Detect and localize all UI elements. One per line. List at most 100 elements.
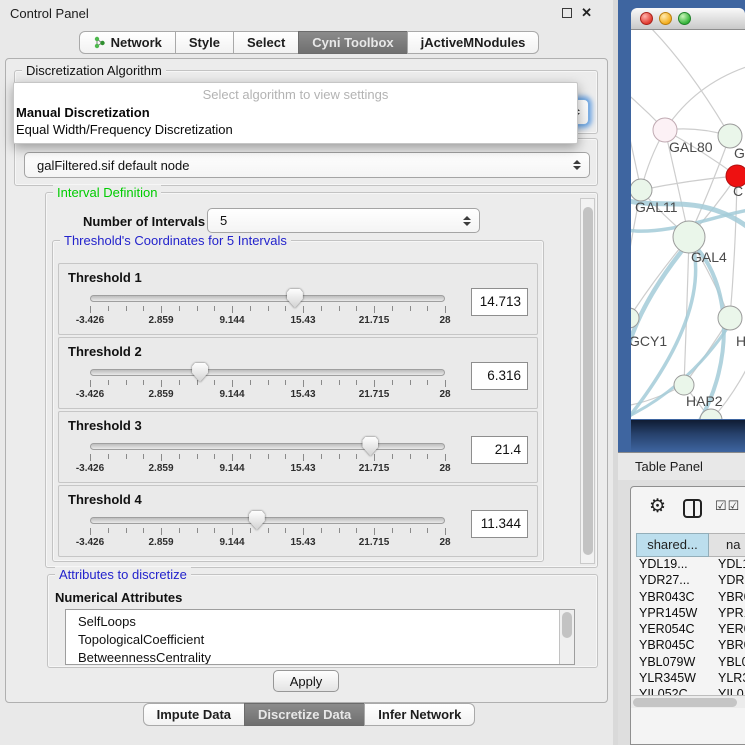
- split-view-icon[interactable]: [683, 499, 702, 518]
- table-row[interactable]: YDL19...YDL1: [636, 557, 745, 573]
- threshold-label: Threshold 4: [68, 492, 528, 509]
- cell-name[interactable]: YBR0: [709, 638, 745, 654]
- threshold-value-field[interactable]: 6.316: [471, 362, 528, 390]
- zoom-traffic-light-icon[interactable]: [678, 12, 691, 25]
- cell-shared-name[interactable]: YBR045C: [636, 638, 709, 654]
- threshold-slider[interactable]: -3.4262.8599.14415.4321.71528: [68, 436, 447, 480]
- cell-shared-name[interactable]: YDR27...: [636, 573, 709, 589]
- node-label: GA: [734, 145, 745, 161]
- network-node[interactable]: [631, 179, 652, 201]
- algorithm-option-manual[interactable]: Manual Discretization: [14, 104, 577, 121]
- close-icon[interactable]: ✕: [581, 8, 592, 18]
- tab-infer-network[interactable]: Infer Network: [364, 703, 475, 726]
- slider-tick: [268, 380, 269, 385]
- numerical-attributes-list[interactable]: SelfLoopsTopologicalCoefficientBetweenne…: [65, 609, 575, 665]
- scrollbar-thumb[interactable]: [583, 207, 593, 555]
- network-canvas[interactable]: GAL80GACGAL11GAL4GCY1HHAP2: [631, 30, 745, 419]
- table-row[interactable]: YBL079WYBL0: [636, 655, 745, 671]
- slider-tick: [392, 454, 393, 459]
- scrollbar-thumb[interactable]: [633, 698, 737, 707]
- numerical-attributes-label: Numerical Attributes: [55, 590, 182, 605]
- table-row[interactable]: YER054CYER0: [636, 622, 745, 638]
- column-header-shared-name[interactable]: shared...: [636, 533, 709, 557]
- cell-shared-name[interactable]: YER054C: [636, 622, 709, 638]
- table-row[interactable]: YBR043CYBR0: [636, 590, 745, 606]
- network-edge: [641, 176, 737, 190]
- settings-gear-icon[interactable]: ⚙: [649, 495, 666, 518]
- tab-impute-data[interactable]: Impute Data: [143, 703, 245, 726]
- slider-tick-labels: -3.4262.8599.14415.4321.71528: [90, 537, 445, 549]
- table-row[interactable]: YPR145WYPR1: [636, 606, 745, 622]
- close-traffic-light-icon[interactable]: [640, 12, 653, 25]
- cell-name[interactable]: YER0: [709, 622, 745, 638]
- network-window-titlebar[interactable]: [631, 8, 745, 30]
- slider-thumb[interactable]: [362, 437, 378, 456]
- cell-name[interactable]: YBR0: [709, 590, 745, 606]
- cell-shared-name[interactable]: YBL079W: [636, 655, 709, 671]
- horizontal-scrollbar[interactable]: [631, 695, 745, 708]
- attribute-list-item[interactable]: SelfLoops: [78, 613, 574, 631]
- slider-track[interactable]: [90, 369, 445, 376]
- slider-thumb[interactable]: [287, 289, 303, 308]
- network-node[interactable]: [674, 375, 694, 395]
- cell-shared-name[interactable]: YLR345W: [636, 671, 709, 687]
- cell-name[interactable]: YDL1: [709, 557, 745, 573]
- algorithm-option-equal-width[interactable]: Equal Width/Frequency Discretization: [14, 121, 577, 138]
- minimize-traffic-light-icon[interactable]: [659, 12, 672, 25]
- cell-name[interactable]: YLR3: [709, 671, 745, 687]
- group-title: Threshold's Coordinates for 5 Intervals: [60, 233, 291, 248]
- column-header-name[interactable]: na: [709, 533, 745, 557]
- table-row[interactable]: YDR27...YDR2: [636, 573, 745, 589]
- list-scrollbar[interactable]: [559, 610, 574, 664]
- slider-track[interactable]: [90, 517, 445, 524]
- cell-shared-name[interactable]: YDL19...: [636, 557, 709, 573]
- tab-jactivemnodules[interactable]: jActiveMNodules: [407, 31, 540, 54]
- vertical-scrollbar[interactable]: [580, 198, 595, 564]
- slider-tick: [339, 306, 340, 311]
- tab-network[interactable]: Network: [79, 31, 176, 54]
- table-data-combobox[interactable]: galFiltered.sif default node: [24, 152, 590, 178]
- tick-label: -3.426: [76, 315, 104, 326]
- slider-tick: [179, 528, 180, 533]
- cell-shared-name[interactable]: YPR145W: [636, 606, 709, 622]
- threshold-slider[interactable]: -3.4262.8599.14415.4321.71528: [68, 510, 447, 554]
- threshold-value-field[interactable]: 11.344: [471, 510, 528, 538]
- cell-name[interactable]: YBL0: [709, 655, 745, 671]
- scrollbar-thumb[interactable]: [562, 612, 572, 638]
- table-row[interactable]: YLR345WYLR3: [636, 671, 745, 687]
- slider-tick-labels: -3.4262.8599.14415.4321.71528: [90, 315, 445, 327]
- tick-label: 2.859: [148, 537, 173, 548]
- threshold-slider[interactable]: -3.4262.8599.14415.4321.71528: [68, 362, 447, 406]
- threshold-label: Threshold 1: [68, 270, 528, 287]
- float-window-icon[interactable]: [562, 8, 572, 18]
- slider-tick: [232, 380, 233, 387]
- tick-label: 21.715: [359, 389, 390, 400]
- num-intervals-combobox[interactable]: 5: [207, 208, 480, 233]
- cell-shared-name[interactable]: YBR043C: [636, 590, 709, 606]
- cell-name[interactable]: YDR2: [709, 573, 745, 589]
- cell-name[interactable]: YPR1: [709, 606, 745, 622]
- slider-tick: [232, 306, 233, 313]
- slider-thumb[interactable]: [249, 511, 265, 530]
- slider-tick: [285, 380, 286, 385]
- select-columns-icon[interactable]: ☑☑: [715, 498, 740, 514]
- tab-style[interactable]: Style: [175, 31, 234, 54]
- apply-button[interactable]: Apply: [273, 670, 339, 692]
- tab-select[interactable]: Select: [233, 31, 299, 54]
- threshold-slider[interactable]: -3.4262.8599.14415.4321.71528: [68, 288, 447, 332]
- attribute-list-item[interactable]: TopologicalCoefficient: [78, 631, 574, 649]
- combo-value: galFiltered.sif default node: [37, 158, 189, 173]
- threshold-value-field[interactable]: 14.713: [471, 288, 528, 316]
- slider-track[interactable]: [90, 295, 445, 302]
- tick-label: 2.859: [148, 389, 173, 400]
- threshold-value-field[interactable]: 21.4: [471, 436, 528, 464]
- slider-thumb[interactable]: [192, 363, 208, 382]
- table-row[interactable]: YBR045CYBR0: [636, 638, 745, 654]
- slider-tick: [143, 454, 144, 459]
- tab-discretize-data[interactable]: Discretize Data: [244, 703, 365, 726]
- slider-track[interactable]: [90, 443, 445, 450]
- slider-tick: [356, 380, 357, 385]
- network-node[interactable]: [718, 306, 742, 330]
- tab-cyni-toolbox[interactable]: Cyni Toolbox: [298, 31, 407, 54]
- attribute-list-item[interactable]: BetweennessCentrality: [78, 649, 574, 665]
